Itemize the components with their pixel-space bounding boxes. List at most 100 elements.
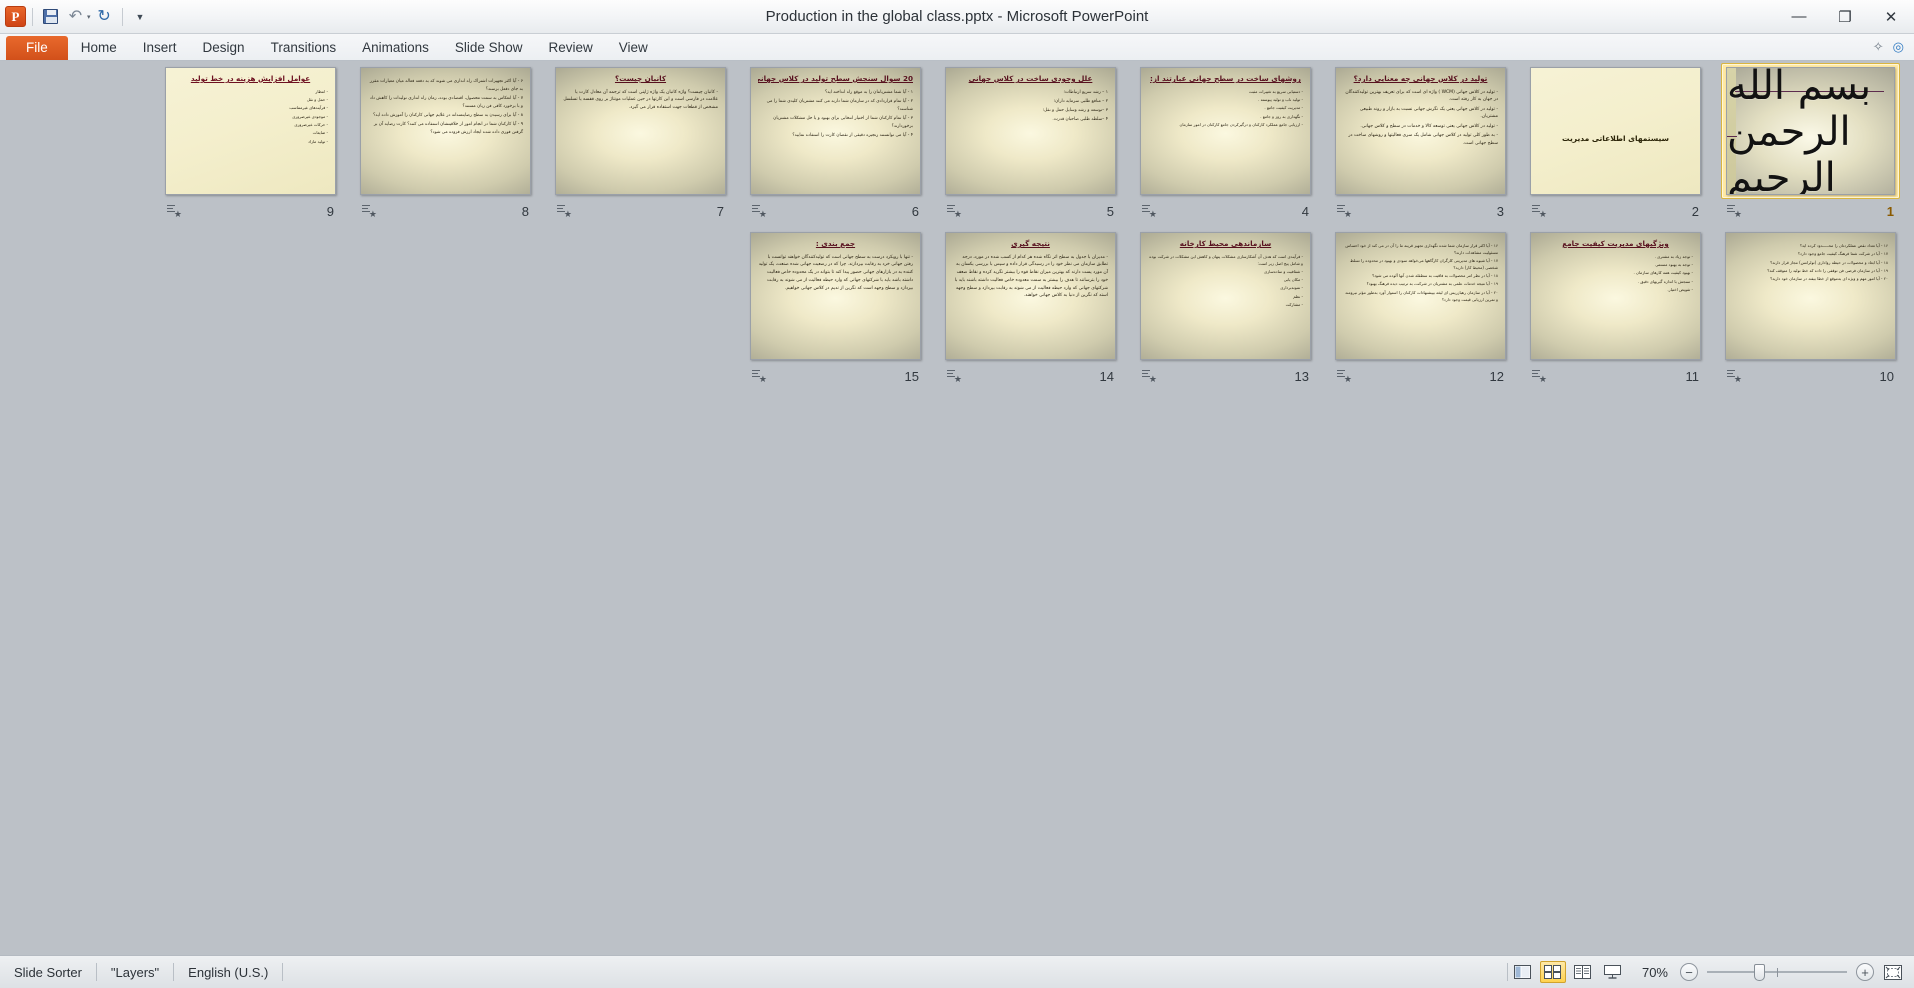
redo-button[interactable]: ↻ [93, 5, 116, 28]
slide-thumbnail-2[interactable]: سیستمهای اطلاعاتی مدیریت ★ 2 [1518, 63, 1713, 228]
slide-thumbnail-9[interactable]: عوامل افزایش هزینه در خط تولید انتظارحمل … [153, 63, 348, 228]
transition-star-icon[interactable]: ★ [752, 369, 767, 383]
tab-view[interactable]: View [606, 36, 661, 60]
tab-slide-show[interactable]: Slide Show [442, 36, 536, 60]
slide-canvas[interactable]: نتیجه گیری مدیران با جدول به سطح اثر نگاه… [945, 232, 1116, 360]
status-theme-name[interactable]: "Layers" [97, 961, 173, 983]
minimize-ribbon-icon[interactable]: ✧ [1873, 39, 1884, 55]
slide-selection-frame[interactable]: علل وجودی ساخت در کلاس جهانی ۱ – رشد سریع… [941, 63, 1120, 199]
slide-number: 1 [1886, 203, 1894, 219]
slide-thumbnail-3[interactable]: تولید در کلاس جهانی چه معنایی دارد؟ تولید… [1323, 63, 1518, 228]
transition-star-icon[interactable]: ★ [1142, 204, 1157, 218]
fit-slide-to-window-button[interactable] [1880, 961, 1906, 983]
transition-star-icon[interactable]: ★ [947, 204, 962, 218]
zoom-slider-handle[interactable] [1754, 963, 1765, 981]
transition-star-icon[interactable]: ★ [1727, 204, 1742, 218]
tab-animations[interactable]: Animations [349, 36, 442, 60]
slide-selection-frame-selected[interactable]: بسم الله الرحمن الرحیم [1721, 63, 1900, 199]
slide-content: ۶ - آیا اکثر تجهیزات اشتراک راه اندازی م… [361, 68, 530, 194]
transition-star-icon[interactable]: ★ [947, 369, 962, 383]
slide-thumbnail-14[interactable]: نتیجه گیری مدیران با جدول به سطح اثر نگاه… [933, 228, 1128, 393]
slide-bullet: ۱ - آیا شما مشتریانتان را به موقع راه ان… [824, 89, 913, 95]
slide-thumbnail-6[interactable]: 20 سوال سنجش سطح تولید در کلاس جهانی: ۱ -… [738, 63, 933, 228]
undo-button[interactable]: ↶ [64, 5, 87, 28]
slide-selection-frame[interactable]: کانبان چیست؟ کانبان چیست؟ واژه کانبان یک … [551, 63, 730, 199]
slide-selection-frame[interactable]: جمع بندی : تنها با رویکرد درست به سطح جها… [746, 228, 925, 364]
slide-canvas[interactable]: ۱۶ - آیا اکثر قرار سازمان شما شده نگهدار… [1335, 232, 1506, 360]
slide-canvas[interactable]: ۱۶ - آیا تعداد نقض عملکردتان را محـــــد… [1725, 232, 1896, 360]
slide-thumbnail-13[interactable]: سازماندهی محیط کارخانه فرآیندی است که هدف… [1128, 228, 1323, 393]
powerpoint-logo-icon[interactable]: P [5, 6, 26, 27]
transition-star-icon[interactable]: ★ [1532, 204, 1547, 218]
status-language[interactable]: English (U.S.) [174, 961, 282, 983]
transition-star-icon[interactable]: ★ [1337, 204, 1352, 218]
slide-canvas[interactable]: بسم الله الرحمن الرحیم [1726, 67, 1895, 195]
slide-selection-frame[interactable]: ۱۶ - آیا تعداد نقض عملکردتان را محـــــد… [1721, 228, 1900, 364]
transition-star-icon[interactable]: ★ [1727, 369, 1742, 383]
tab-transitions[interactable]: Transitions [258, 36, 350, 60]
zoom-slider[interactable] [1707, 963, 1847, 981]
slide-selection-frame[interactable]: تولید در کلاس جهانی چه معنایی دارد؟ تولید… [1331, 63, 1510, 199]
transition-star-icon[interactable]: ★ [752, 204, 767, 218]
slide-thumbnail-12[interactable]: ۱۶ - آیا اکثر قرار سازمان شما شده نگهدار… [1323, 228, 1518, 393]
slide-canvas[interactable]: 20 سوال سنجش سطح تولید در کلاس جهانی: ۱ -… [750, 67, 921, 195]
slide-number: 10 [1879, 368, 1894, 384]
slide-show-view-button[interactable] [1600, 961, 1626, 983]
slide-thumbnail-11[interactable]: ویژگیهای مدیریت کیفیت جامع توجه زیاد به م… [1518, 228, 1713, 393]
zoom-in-button[interactable]: + [1856, 963, 1874, 981]
slide-title: علل وجودی ساخت در کلاس جهانی [968, 74, 1093, 83]
reading-view-button[interactable] [1570, 961, 1596, 983]
slide-selection-frame[interactable]: عوامل افزایش هزینه در خط تولید انتظارحمل … [161, 63, 340, 199]
slide-canvas[interactable]: ویژگیهای مدیریت کیفیت جامع توجه زیاد به م… [1530, 232, 1701, 360]
slide-selection-frame[interactable]: ۶ - آیا اکثر تجهیزات اشتراک راه اندازی م… [356, 63, 535, 199]
slide-sorter-workspace[interactable]: بسم الله الرحمن الرحیم ★ 1 سیستمهای اطلاعات… [0, 61, 1914, 955]
transition-star-icon[interactable]: ★ [362, 204, 377, 218]
slide-thumbnail-8[interactable]: ۶ - آیا اکثر تجهیزات اشتراک راه اندازی م… [348, 63, 543, 228]
slide-canvas[interactable]: جمع بندی : تنها با رویکرد درست به سطح جها… [750, 232, 921, 360]
zoom-out-button[interactable]: − [1680, 963, 1698, 981]
transition-star-icon[interactable]: ★ [1142, 369, 1157, 383]
slide-thumbnail-5[interactable]: علل وجودی ساخت در کلاس جهانی ۱ – رشد سریع… [933, 63, 1128, 228]
slide-selection-frame[interactable]: ویژگیهای مدیریت کیفیت جامع توجه زیاد به م… [1526, 228, 1705, 364]
slide-canvas[interactable]: روشهای ساخت در سطح جهانی عبارتند از: دستی… [1140, 67, 1311, 195]
undo-dropdown-icon[interactable]: ▾ [87, 13, 91, 21]
tab-review[interactable]: Review [535, 36, 605, 60]
slide-selection-frame[interactable]: نتیجه گیری مدیران با جدول به سطح اثر نگاه… [941, 228, 1120, 364]
slide-body-list: کانبان چیست؟ واژه کانبان یک واژه ژاپنی ا… [563, 89, 718, 112]
tab-design[interactable]: Design [190, 36, 258, 60]
slide-canvas[interactable]: سیستمهای اطلاعاتی مدیریت [1530, 67, 1701, 195]
transition-star-icon[interactable]: ★ [1337, 369, 1352, 383]
tab-insert[interactable]: Insert [130, 36, 190, 60]
slide-selection-frame[interactable]: سیستمهای اطلاعاتی مدیریت [1526, 63, 1705, 199]
slide-selection-frame[interactable]: 20 سوال سنجش سطح تولید در کلاس جهانی: ۱ -… [746, 63, 925, 199]
slide-selection-frame[interactable]: ۱۶ - آیا اکثر قرار سازمان شما شده نگهدار… [1331, 228, 1510, 364]
slide-selection-frame[interactable]: روشهای ساخت در سطح جهانی عبارتند از: دستی… [1136, 63, 1315, 199]
transition-star-icon[interactable]: ★ [557, 204, 572, 218]
transition-star-icon[interactable]: ★ [1532, 369, 1547, 383]
slide-thumbnail-7[interactable]: کانبان چیست؟ کانبان چیست؟ واژه کانبان یک … [543, 63, 738, 228]
slide-canvas[interactable]: علل وجودی ساخت در کلاس جهانی ۱ – رشد سریع… [945, 67, 1116, 195]
slide-canvas[interactable]: کانبان چیست؟ کانبان چیست؟ واژه کانبان یک … [555, 67, 726, 195]
slide-thumbnail-4[interactable]: روشهای ساخت در سطح جهانی عبارتند از: دستی… [1128, 63, 1323, 228]
slide-sorter-view-button[interactable] [1539, 961, 1566, 983]
transition-star-icon[interactable]: ★ [167, 204, 182, 218]
save-button[interactable] [39, 5, 62, 28]
slide-thumbnail-10[interactable]: ۱۶ - آیا تعداد نقض عملکردتان را محـــــد… [1713, 228, 1908, 393]
help-icon[interactable]: ◎ [1893, 39, 1904, 55]
ribbon-right-controls: ✧ ◎ [1873, 33, 1914, 60]
restore-button[interactable]: ❐ [1822, 0, 1868, 34]
slide-thumbnail-15[interactable]: جمع بندی : تنها با رویکرد درست به سطح جها… [738, 228, 933, 393]
slide-selection-frame[interactable]: سازماندهی محیط کارخانه فرآیندی است که هدف… [1136, 228, 1315, 364]
customize-quick-access-button[interactable]: ▼ [129, 5, 152, 28]
slide-canvas[interactable]: تولید در کلاس جهانی چه معنایی دارد؟ تولید… [1335, 67, 1506, 195]
slide-canvas[interactable]: عوامل افزایش هزینه در خط تولید انتظارحمل … [165, 67, 336, 195]
zoom-level-label[interactable]: 70% [1628, 965, 1680, 980]
tab-file[interactable]: File [6, 36, 68, 60]
slide-thumbnail-1[interactable]: بسم الله الرحمن الرحیم ★ 1 [1713, 63, 1908, 228]
minimize-button[interactable]: — [1776, 0, 1822, 34]
slide-canvas[interactable]: ۶ - آیا اکثر تجهیزات اشتراک راه اندازی م… [360, 67, 531, 195]
close-button[interactable]: ✕ [1868, 0, 1914, 34]
normal-view-button[interactable] [1510, 961, 1536, 983]
tab-home[interactable]: Home [68, 36, 130, 60]
slide-canvas[interactable]: سازماندهی محیط کارخانه فرآیندی است که هدف… [1140, 232, 1311, 360]
